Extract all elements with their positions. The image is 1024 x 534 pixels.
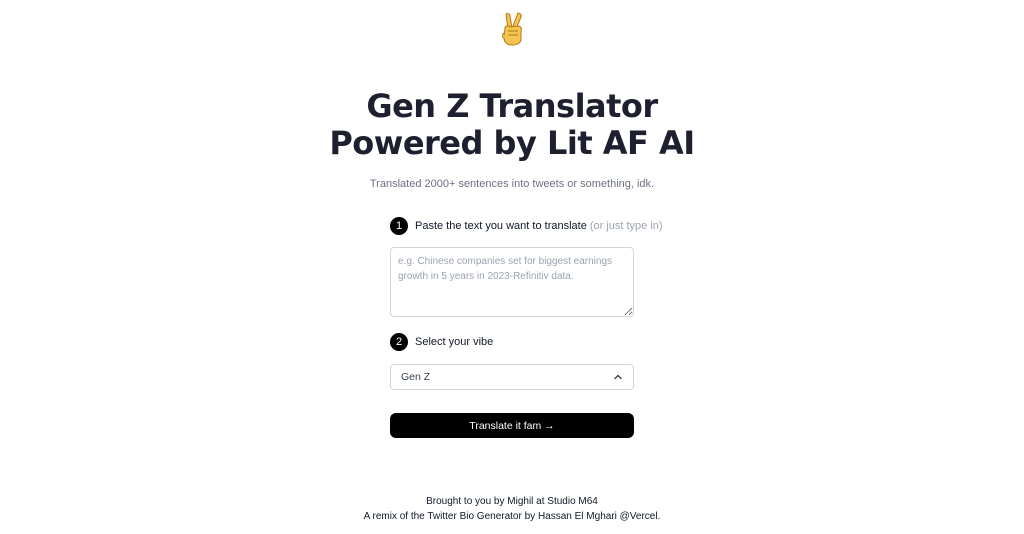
translate-text-input[interactable] [390,247,634,317]
page: Gen Z Translator Powered by Lit AF AI Tr… [0,0,1024,534]
title-line-2: Powered by Lit AF AI [329,124,695,162]
step-1: 1 Paste the text you want to translate (… [390,217,663,235]
step-2-number-badge: 2 [390,333,408,351]
logo [0,12,1024,51]
footer-remix-note: A remix of the Twitter Bio Generator by … [363,511,661,522]
subtitle: Translated 2000+ sentences into tweets o… [369,178,655,190]
victory-hand-icon [502,12,522,46]
title-line-1: Gen Z Translator [366,87,658,125]
footer-credit: Brought to you by Mighil at Studio M64 [426,496,598,507]
page-title: Gen Z Translator Powered by Lit AF AI [0,88,1024,162]
step-1-number-badge: 1 [390,217,408,235]
translate-button[interactable]: Translate it fam → [390,413,634,438]
step-2-label: Select your vibe [415,336,494,348]
vibe-select-value: Gen Z [401,371,431,383]
step-1-label: Paste the text you want to translate [415,220,587,232]
chevron-up-icon [614,374,622,380]
step-1-hint: (or just type in) [589,220,663,232]
footer: Brought to you by Mighil at Studio M64 A… [0,494,1024,524]
vibe-select[interactable]: Gen Z [390,364,634,390]
step-2: 2 Select your vibe [390,333,493,351]
